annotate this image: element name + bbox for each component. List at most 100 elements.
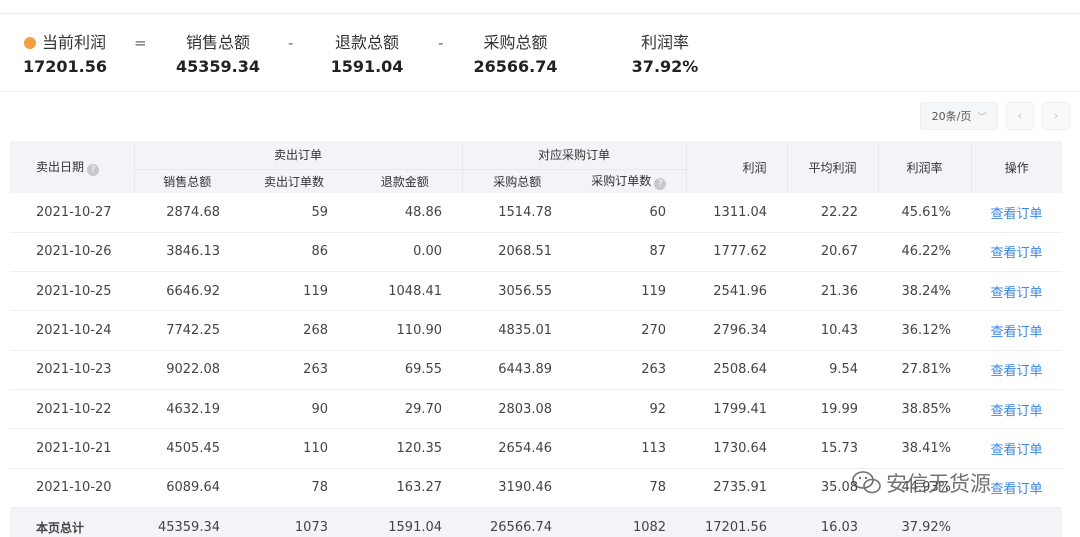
total-purchase: 26566.74	[462, 507, 573, 537]
header-sell-count: 卖出订单数	[240, 169, 348, 193]
cell-refund: 1048.41	[348, 271, 463, 312]
cell-date: 2021-10-23	[10, 350, 134, 390]
profit-summary: 当前利润 17201.56 = 销售总额 45359.34 - 退款总额 159…	[0, 14, 1080, 92]
table-row: 2021-10-26 3846.13 86 0.00 2068.51 87 1777.62 2…	[10, 232, 1063, 273]
rate-value: 37.92%	[631, 57, 699, 76]
cell-rate: 38.41%	[878, 428, 972, 469]
header-purchase-group: 对应采购订单	[461, 141, 687, 169]
cell-rate: 27.81%	[878, 350, 972, 390]
cell-avg: 15.73	[787, 428, 879, 469]
cell-sales: 6646.92	[134, 271, 240, 312]
watermark-text: 安信无货源	[886, 472, 991, 496]
cell-pcount: 60	[572, 193, 687, 233]
view-orders-link[interactable]: 查看订单	[971, 350, 1063, 390]
cell-pcount: 263	[572, 350, 687, 390]
cell-refund: 120.35	[348, 428, 463, 469]
summary-purchase: 采购总额 26566.74	[468, 14, 563, 78]
sales-value: 45359.34	[175, 57, 260, 76]
cell-profit: 2796.34	[686, 310, 788, 351]
profit-value: 17201.56	[22, 57, 107, 76]
view-orders-link[interactable]: 查看订单	[971, 232, 1063, 273]
cell-profit: 2508.64	[686, 350, 788, 390]
view-orders-link[interactable]: 查看订单	[971, 428, 1063, 469]
cell-purchase: 4835.01	[462, 310, 573, 351]
cell-date: 2021-10-22	[10, 389, 134, 430]
help-icon[interactable]: ?	[87, 164, 100, 176]
cell-refund: 163.27	[348, 468, 463, 508]
cell-avg: 19.99	[787, 389, 879, 430]
cell-rate: 36.12%	[878, 310, 972, 351]
total-count: 1073	[240, 507, 348, 537]
cell-rate: 38.85%	[878, 389, 972, 430]
header-purchase-total: 采购总额	[461, 169, 573, 193]
total-rate: 37.92%	[878, 507, 972, 537]
cell-rate: 45.61%	[878, 193, 972, 233]
cell-count: 86	[240, 232, 348, 273]
header-purchase-count: 采购订单数?	[572, 169, 687, 193]
cell-purchase: 3056.55	[462, 271, 573, 312]
header-avg-profit: 平均利润	[786, 141, 879, 193]
header-rate: 利润率	[877, 141, 972, 193]
cell-refund: 29.70	[348, 389, 463, 430]
cell-refund: 0.00	[348, 232, 463, 273]
cell-profit: 1799.41	[686, 389, 788, 430]
summary-profit: 当前利润 17201.56	[10, 14, 120, 78]
cell-sales: 6089.64	[134, 468, 240, 508]
cell-rate: 46.22%	[878, 232, 972, 273]
view-orders-link[interactable]: 查看订单	[971, 310, 1063, 351]
purchase-label: 采购总额	[483, 33, 548, 52]
cell-sales: 3846.13	[134, 232, 240, 273]
cell-date: 2021-10-27	[10, 193, 134, 233]
cell-profit: 2541.96	[686, 271, 788, 312]
minus-operator: -	[438, 34, 444, 52]
profit-label: 当前利润	[41, 33, 106, 52]
cell-sales: 4505.45	[134, 428, 240, 469]
cell-profit: 2735.91	[686, 468, 788, 508]
cell-pcount: 270	[572, 310, 687, 351]
cell-purchase: 2803.08	[462, 389, 573, 430]
table-row: 2021-10-22 4632.19 90 29.70 2803.08 92 1799.41…	[10, 389, 1063, 430]
cell-avg: 20.67	[787, 232, 879, 273]
summary-sales: 销售总额 45359.34	[168, 14, 268, 78]
next-page-button[interactable]: ›	[1042, 102, 1070, 130]
cell-purchase: 3190.46	[462, 468, 573, 508]
sales-label: 销售总额	[185, 33, 250, 52]
help-icon[interactable]: ?	[654, 178, 667, 191]
page-size-select[interactable]: 20条/页 ﹀	[920, 102, 998, 130]
cell-pcount: 119	[572, 271, 687, 312]
cell-refund: 69.55	[348, 350, 463, 390]
cell-pcount: 78	[572, 468, 687, 508]
wechat-icon	[852, 471, 881, 494]
prev-page-button[interactable]: ‹	[1006, 102, 1034, 130]
cell-sales: 7742.25	[134, 310, 240, 351]
cell-pcount: 92	[572, 389, 687, 430]
cell-rate: 38.24%	[878, 271, 972, 312]
total-pcount: 1082	[572, 507, 687, 537]
cell-count: 263	[240, 350, 348, 390]
total-label: 本页总计	[10, 507, 134, 537]
rate-label: 利润率	[640, 33, 689, 52]
cell-profit: 1777.62	[686, 232, 788, 273]
equals-operator: =	[134, 34, 147, 52]
cell-sales: 9022.08	[134, 350, 240, 390]
cell-count: 78	[240, 468, 348, 508]
cell-avg: 9.54	[787, 350, 879, 390]
cell-date: 2021-10-21	[10, 428, 134, 469]
status-dot-icon	[23, 37, 36, 49]
cell-date: 2021-10-20	[10, 468, 134, 508]
cell-pcount: 113	[572, 428, 687, 469]
total-sales: 45359.34	[134, 507, 240, 537]
table-row: 2021-10-24 7742.25 268 110.90 4835.01 270 2796…	[10, 310, 1063, 351]
view-orders-link[interactable]: 查看订单	[971, 271, 1063, 312]
total-profit: 17201.56	[686, 507, 788, 537]
summary-refund: 退款总额 1591.04	[322, 14, 412, 78]
cell-date: 2021-10-24	[10, 310, 134, 351]
cell-count: 268	[240, 310, 348, 351]
view-orders-link[interactable]: 查看订单	[971, 389, 1063, 430]
view-orders-link[interactable]: 查看订单	[971, 193, 1063, 233]
cell-pcount: 87	[572, 232, 687, 273]
table-row: 2021-10-23 9022.08 263 69.55 6443.89 263 2508.…	[10, 350, 1063, 390]
cell-profit: 1311.04	[686, 193, 788, 233]
cell-refund: 110.90	[348, 310, 463, 351]
cell-sales: 4632.19	[134, 389, 240, 430]
